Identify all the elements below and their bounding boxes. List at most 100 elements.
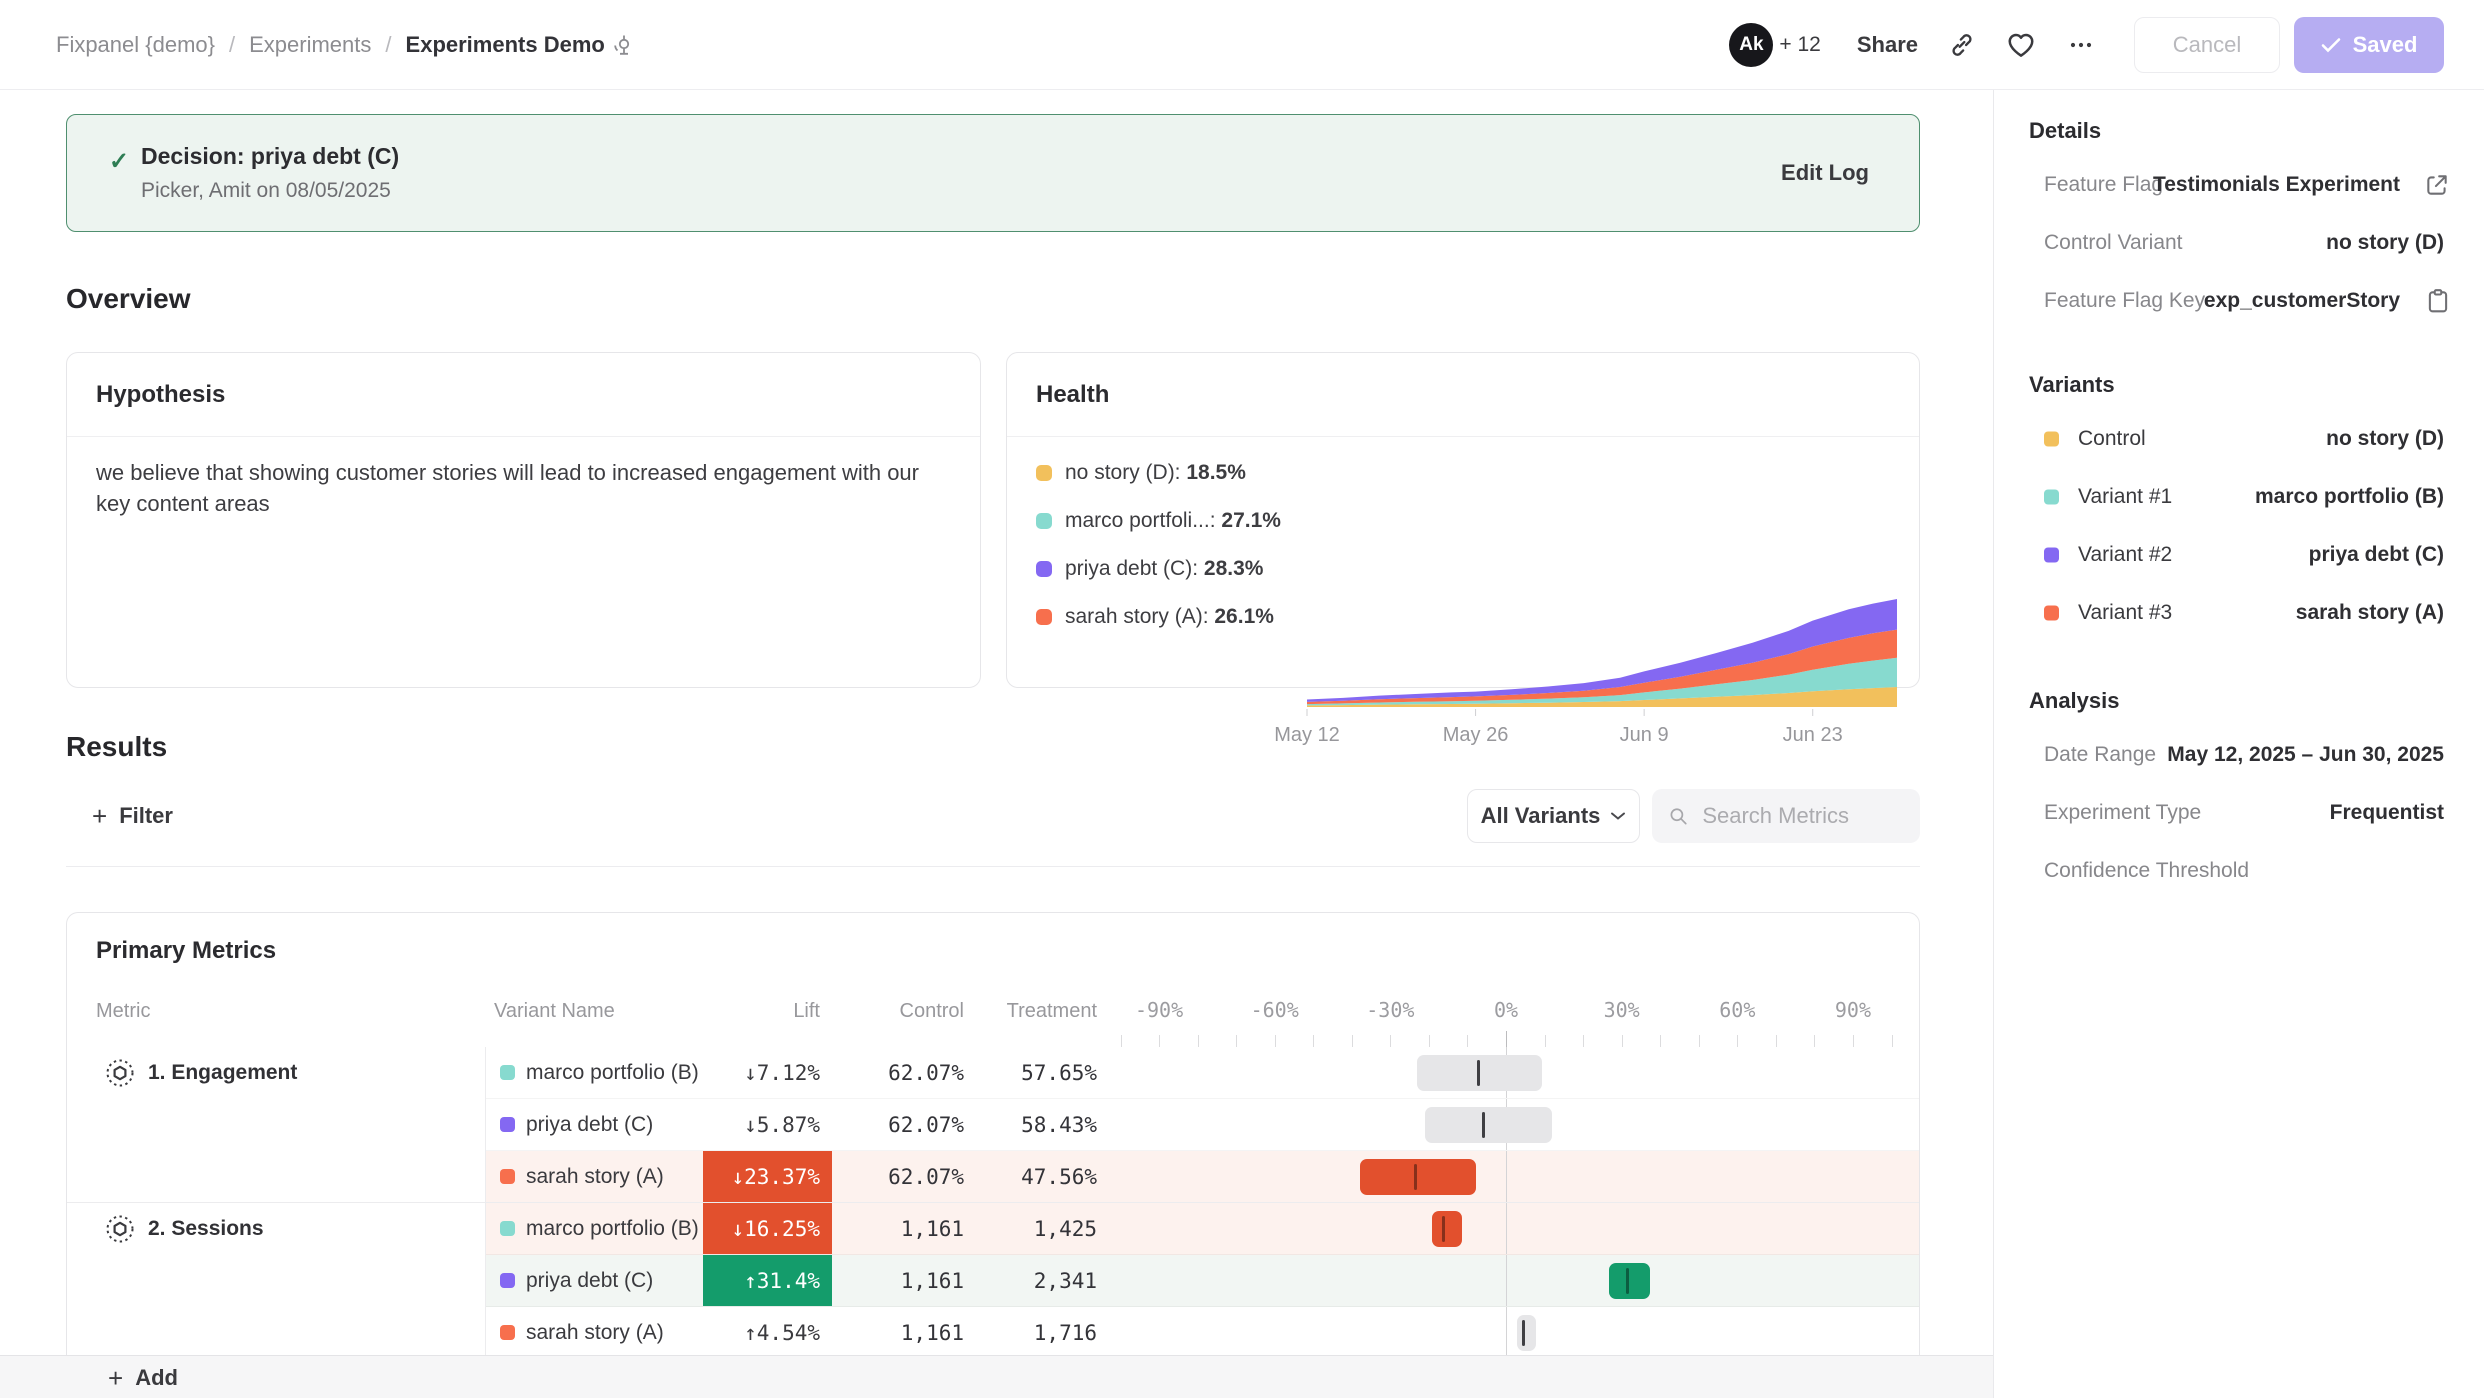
variant-cell: priya debt (C) xyxy=(486,1099,703,1150)
lift-cell: ↑31.4% xyxy=(703,1255,832,1306)
table-row[interactable]: marco portfolio (B)↓7.12%62.07%57.65% xyxy=(486,1047,1919,1099)
treatment-cell: 58.43% xyxy=(976,1099,1109,1150)
detail-value[interactable]: exp_customerStory xyxy=(2204,289,2400,313)
variant-name: sarah story (A) xyxy=(526,1165,664,1189)
variant-name: priya debt (C) xyxy=(526,1269,653,1293)
health-title: Health xyxy=(1036,381,1109,409)
metric-cell-inner[interactable]: 1. Engagement xyxy=(67,1047,485,1098)
more-options-icon[interactable] xyxy=(2066,31,2096,59)
confidence-mean-line xyxy=(1522,1320,1525,1346)
detail-value[interactable]: Testimonials Experiment xyxy=(2153,173,2400,197)
variant-row: Variant #2priya debt (C) xyxy=(1994,526,2484,584)
metric-group: 2. Sessionsmarco portfolio (B)↓16.25%1,1… xyxy=(67,1202,1919,1355)
legend-label: priya debt (C): 28.3% xyxy=(1065,557,1263,581)
top-bar: Fixpanel {demo} / Experiments / Experime… xyxy=(0,0,2484,90)
legend-value: 18.5% xyxy=(1186,461,1246,484)
control-cell: 62.07% xyxy=(832,1099,976,1150)
lift-cell: ↑4.54% xyxy=(703,1307,832,1355)
details-rows: Feature FlagTestimonials ExperimentContr… xyxy=(1994,156,2484,330)
axis-label: 90% xyxy=(1835,998,1871,1022)
variant-value: marco portfolio (B) xyxy=(2255,485,2444,509)
axis-tick-mark xyxy=(1737,1035,1738,1047)
axis-tick-mark xyxy=(1236,1035,1237,1047)
axis-tick-mark xyxy=(1275,1035,1276,1047)
confidence-cell xyxy=(1109,1307,1919,1355)
analysis-label: Date Range xyxy=(2044,743,2156,767)
share-button[interactable]: Share xyxy=(1857,32,1918,58)
confidence-bar xyxy=(1609,1263,1650,1299)
saved-button[interactable]: Saved xyxy=(2294,17,2444,73)
axis-label: -90% xyxy=(1135,998,1183,1022)
breadcrumb-experiments[interactable]: Experiments xyxy=(249,32,371,58)
legend-label: no story (D): 18.5% xyxy=(1065,461,1246,485)
legend-swatch-icon xyxy=(1036,561,1052,577)
legend-swatch-icon xyxy=(1036,465,1052,481)
confidence-bar xyxy=(1517,1315,1536,1351)
x-tick-label: Jun 23 xyxy=(1783,724,1843,746)
x-tick-label: May 12 xyxy=(1274,724,1340,746)
breadcrumb-project[interactable]: Fixpanel {demo} xyxy=(56,32,215,58)
metric-cell: 1. Engagement xyxy=(67,1047,486,1202)
decision-title: Decision: priya debt (C) xyxy=(141,143,399,170)
analysis-value: Frequentist xyxy=(2330,801,2444,825)
axis-tick-mark xyxy=(1159,1035,1160,1047)
zero-line xyxy=(1506,1307,1507,1355)
variant-cell: sarah story (A) xyxy=(486,1307,703,1355)
edit-log-button[interactable]: Edit Log xyxy=(1781,160,1869,186)
metric-group-rows: marco portfolio (B)↓16.25%1,1611,425 priy… xyxy=(486,1203,1919,1355)
axis-tick-mark xyxy=(1198,1035,1199,1047)
variant-name: marco portfolio (B) xyxy=(526,1061,699,1085)
axis-tick-mark xyxy=(1121,1035,1122,1047)
table-row[interactable]: priya debt (C)↑31.4%1,1612,341 xyxy=(486,1255,1919,1307)
legend-swatch-icon xyxy=(1036,513,1052,529)
zero-line xyxy=(1506,1255,1507,1306)
decision-check-icon: ✓ xyxy=(109,147,129,176)
metric-target-icon xyxy=(105,1058,135,1088)
analysis-value: May 12, 2025 – Jun 30, 2025 xyxy=(2167,743,2444,767)
cancel-button[interactable]: Cancel xyxy=(2134,17,2280,73)
filter-button[interactable]: + Filter xyxy=(92,788,173,844)
axis-label: 30% xyxy=(1604,998,1640,1022)
axis-label: -30% xyxy=(1366,998,1414,1022)
analysis-section-title: Analysis xyxy=(2029,686,2484,716)
decision-text: Decision: priya debt (C) Picker, Amit on… xyxy=(141,143,399,203)
metric-cell-inner[interactable]: 2. Sessions xyxy=(67,1203,485,1254)
decision-banner: ✓ Decision: priya debt (C) Picker, Amit … xyxy=(66,114,1920,232)
table-row[interactable]: sarah story (A)↓23.37%62.07%47.56% xyxy=(486,1151,1919,1202)
variant-swatch-icon xyxy=(2044,432,2059,447)
confidence-mean-line xyxy=(1442,1216,1445,1242)
table-row[interactable]: marco portfolio (B)↓16.25%1,1611,425 xyxy=(486,1203,1919,1255)
collaborators-count[interactable]: + 12 xyxy=(1779,33,1820,57)
search-icon xyxy=(1668,804,1688,828)
detail-value: no story (D) xyxy=(2326,231,2444,255)
favorite-icon[interactable] xyxy=(2006,31,2036,59)
external-link-icon[interactable] xyxy=(2424,172,2450,198)
search-metrics-input[interactable] xyxy=(1700,802,1904,830)
variants-filter-dropdown[interactable]: All Variants xyxy=(1467,789,1640,843)
detail-label: Feature Flag xyxy=(2044,173,2163,197)
table-row[interactable]: priya debt (C)↓5.87%62.07%58.43% xyxy=(486,1099,1919,1151)
add-metric-button[interactable]: + Add xyxy=(108,1365,178,1391)
variant-row: Variant #1marco portfolio (B) xyxy=(1994,468,2484,526)
treatment-cell: 1,716 xyxy=(976,1307,1109,1355)
breadcrumb: Fixpanel {demo} / Experiments / Experime… xyxy=(56,32,635,58)
variants-rows: Controlno story (D)Variant #1marco portf… xyxy=(1994,410,2484,642)
axis-tick-mark xyxy=(1622,1035,1623,1047)
health-chart: May 12May 26Jun 9Jun 23 xyxy=(1299,585,1911,755)
table-row[interactable]: sarah story (A)↑4.54%1,1611,716 xyxy=(486,1307,1919,1355)
copy-link-icon[interactable] xyxy=(1948,31,1976,59)
copy-icon[interactable] xyxy=(2426,288,2450,314)
axis-tick-mark xyxy=(1853,1035,1854,1047)
avatar[interactable]: Ak xyxy=(1729,23,1773,67)
confidence-bar xyxy=(1425,1107,1552,1143)
results-divider xyxy=(66,866,1920,867)
variant-value: sarah story (A) xyxy=(2296,601,2444,625)
analysis-row: Experiment Type Frequentist xyxy=(1994,784,2484,842)
hypothesis-body: we believe that showing customer stories… xyxy=(67,437,980,688)
axis-tick-mark xyxy=(1352,1035,1353,1047)
top-actions: Ak + 12 Share Cancel xyxy=(1729,17,2444,73)
analysis-label: Experiment Type xyxy=(2044,801,2201,825)
page-title: Experiments Demo xyxy=(406,32,605,58)
axis-tick-mark xyxy=(1313,1035,1314,1047)
legend-value: 28.3% xyxy=(1204,557,1264,580)
